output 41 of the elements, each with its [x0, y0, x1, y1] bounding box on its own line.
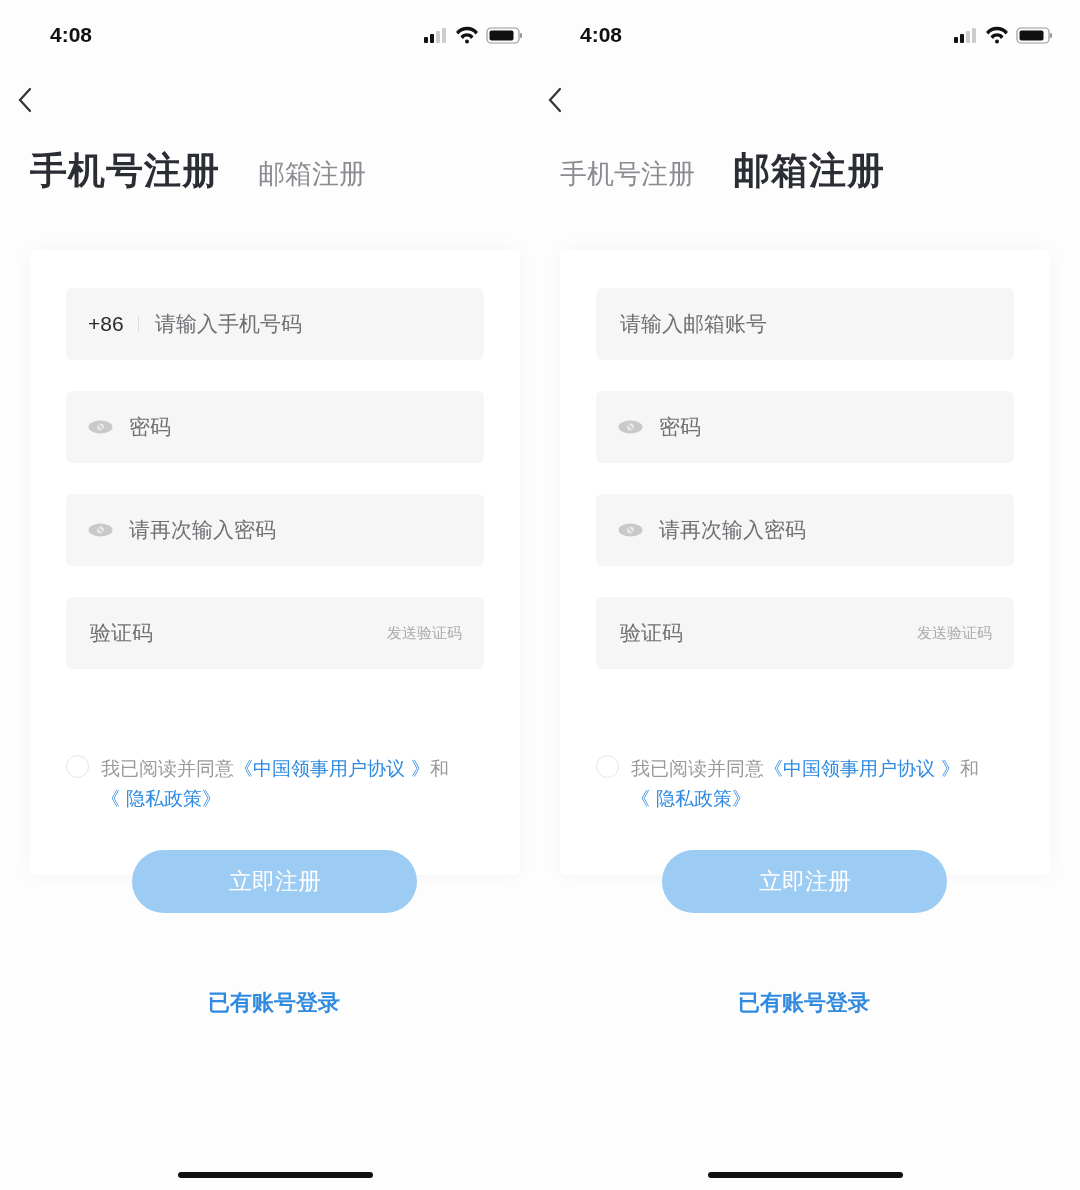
register-tab[interactable]: 邮箱注册 — [258, 156, 366, 192]
agreement-checkbox[interactable] — [66, 755, 89, 778]
password-input[interactable]: 密码 — [127, 414, 462, 440]
eye-icon[interactable] — [618, 420, 643, 434]
agreement-link[interactable]: 《 隐私政策》 — [101, 787, 222, 809]
password-field[interactable]: 请再次输入密码 — [66, 494, 484, 566]
agreement-text: 我已阅读并同意《中国领事用户协议 》和 《 隐私政策》 — [101, 756, 451, 811]
code-input[interactable]: 验证码 — [618, 620, 903, 646]
send-code-button[interactable]: 发送验证码 — [917, 623, 992, 643]
agreement-link[interactable]: 《中国领事用户协议 》 — [764, 757, 961, 779]
password-field[interactable]: 密码 — [596, 391, 1014, 463]
agreement-link[interactable]: 《 隐私政策》 — [631, 787, 752, 809]
email-input[interactable]: 请输入邮箱账号 — [618, 311, 992, 337]
password-input[interactable]: 密码 — [657, 414, 992, 440]
register-tab[interactable]: 手机号注册 — [30, 146, 220, 196]
eye-icon[interactable] — [88, 523, 113, 537]
eye-icon[interactable] — [88, 420, 113, 434]
code-field[interactable]: 验证码 发送验证码 — [66, 597, 484, 669]
phone-input[interactable]: 请输入手机号码 — [152, 311, 462, 337]
back-icon — [548, 87, 562, 113]
register-tab[interactable]: 手机号注册 — [560, 156, 695, 192]
status-time: 4:08 — [580, 23, 623, 47]
password-input[interactable]: 请再次输入密码 — [127, 517, 462, 543]
send-code-button[interactable]: 发送验证码 — [387, 623, 462, 643]
password-field[interactable]: 请再次输入密码 — [596, 494, 1014, 566]
password-field[interactable]: 密码 — [66, 391, 484, 463]
login-link[interactable]: 已有账号登录 — [208, 988, 340, 1018]
code-input[interactable]: 验证码 — [88, 620, 373, 646]
country-code[interactable]: +86 — [88, 312, 124, 336]
status-time: 4:08 — [50, 23, 93, 47]
agreement-text: 我已阅读并同意《中国领事用户协议 》和 《 隐私政策》 — [631, 756, 981, 811]
password-input[interactable]: 请再次输入密码 — [657, 517, 992, 543]
phone-field[interactable]: +86 请输入手机号码 — [66, 288, 484, 360]
agreement-link[interactable]: 《中国领事用户协议 》 — [234, 757, 431, 779]
back-icon — [18, 87, 32, 113]
register-tab[interactable]: 邮箱注册 — [733, 146, 885, 196]
login-link[interactable]: 已有账号登录 — [738, 988, 870, 1018]
code-field[interactable]: 验证码 发送验证码 — [596, 597, 1014, 669]
email-field[interactable]: 请输入邮箱账号 — [596, 288, 1014, 360]
agreement-checkbox[interactable] — [596, 755, 619, 778]
eye-icon[interactable] — [618, 523, 643, 537]
